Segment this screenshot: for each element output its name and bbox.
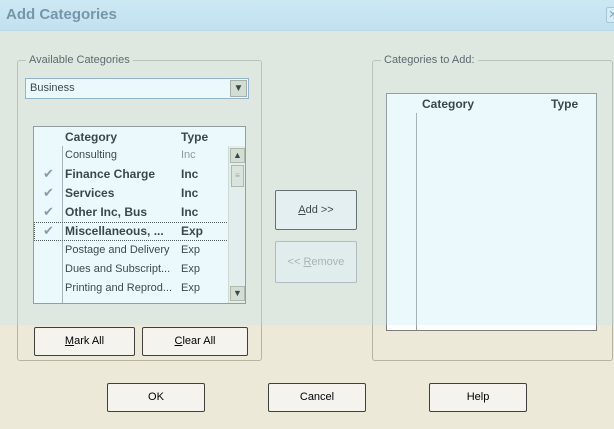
category-name: Printing and Reprod... <box>65 282 173 294</box>
mark-all-button[interactable]: Mark All <box>34 327 135 356</box>
list-item[interactable]: ✔ Finance Charge Inc <box>34 165 229 184</box>
column-header-category[interactable]: Category <box>422 97 474 111</box>
clear-all-button[interactable]: Clear All <box>142 327 248 356</box>
category-type: Exp <box>181 282 200 294</box>
category-type: Inc <box>181 167 199 181</box>
close-icon[interactable]: ✕ <box>606 7 614 23</box>
check-column-divider <box>416 113 417 330</box>
mark-all-label: ark All <box>74 335 105 347</box>
title-bar: Add Categories ✕ <box>0 0 614 31</box>
vertical-scrollbar[interactable]: ▲ ≡ ▼ <box>228 146 245 303</box>
categories-to-add-list[interactable]: Category Type <box>386 93 597 331</box>
list-item[interactable]: ✔ Other Inc, Bus Inc <box>34 203 229 222</box>
available-list-header: Category Type <box>34 127 229 146</box>
remove-prefix: << <box>287 256 304 268</box>
mark-all-mnemonic: M <box>64 335 75 347</box>
list-item[interactable]: ✔ Miscellaneous, ... Exp <box>34 222 229 241</box>
check-icon[interactable]: ✔ <box>43 185 57 201</box>
category-name: Other Inc, Bus <box>65 205 148 219</box>
available-categories-label: Available Categories <box>26 54 133 66</box>
add-list-header: Category Type <box>387 94 596 113</box>
category-type: Exp <box>181 263 200 275</box>
categories-to-add-label: Categories to Add: <box>381 54 478 66</box>
column-header-category[interactable]: Category <box>65 130 117 144</box>
list-item[interactable]: Postage and Delivery Exp <box>34 241 229 260</box>
add-mnemonic: A <box>298 204 306 216</box>
add-label: dd >> <box>305 204 334 216</box>
scroll-down-arrow-icon[interactable]: ▼ <box>230 286 245 301</box>
category-name: Postage and Delivery <box>65 244 170 256</box>
add-categories-dialog: Add Categories ✕ Available Categories Bu… <box>0 0 614 429</box>
category-name: Services <box>65 186 115 200</box>
category-type: Exp <box>181 244 200 256</box>
list-item[interactable]: ✔ Services Inc <box>34 184 229 203</box>
remove-button[interactable]: << Remove <box>275 241 357 283</box>
column-header-type[interactable]: Type <box>181 130 208 144</box>
category-name: Miscellaneous, ... <box>65 224 164 238</box>
check-icon[interactable]: ✔ <box>43 223 57 239</box>
available-categories-list[interactable]: Category Type Consulting Inc ✔ Finance C… <box>33 126 246 304</box>
category-group-dropdown[interactable]: Business ▼ <box>25 78 249 99</box>
dropdown-arrow-icon[interactable]: ▼ <box>230 80 247 97</box>
category-type: Exp <box>181 224 204 238</box>
dialog-title: Add Categories <box>6 6 117 23</box>
list-item[interactable]: Dues and Subscript... Exp <box>34 260 229 279</box>
cancel-button[interactable]: Cancel <box>268 383 366 412</box>
category-type: Inc <box>181 149 196 161</box>
check-icon[interactable]: ✔ <box>43 204 57 220</box>
category-name: Consulting <box>65 149 117 161</box>
clear-all-label: lear All <box>182 335 216 347</box>
help-button[interactable]: Help <box>429 383 527 412</box>
dropdown-value: Business <box>30 82 75 94</box>
scroll-thumb[interactable]: ≡ <box>231 165 244 187</box>
category-name: Finance Charge <box>65 167 156 181</box>
column-header-type[interactable]: Type <box>551 97 578 111</box>
ok-button[interactable]: OK <box>107 383 205 412</box>
category-type: Inc <box>181 205 199 219</box>
list-item[interactable]: Consulting Inc <box>34 146 229 165</box>
check-icon[interactable]: ✔ <box>43 166 57 182</box>
category-name: Dues and Subscript... <box>65 263 171 275</box>
list-item[interactable]: Printing and Reprod... Exp <box>34 279 229 298</box>
category-type: Inc <box>181 186 199 200</box>
add-button[interactable]: Add >> <box>275 190 357 230</box>
scroll-up-arrow-icon[interactable]: ▲ <box>230 148 245 163</box>
remove-label: emove <box>311 256 345 268</box>
